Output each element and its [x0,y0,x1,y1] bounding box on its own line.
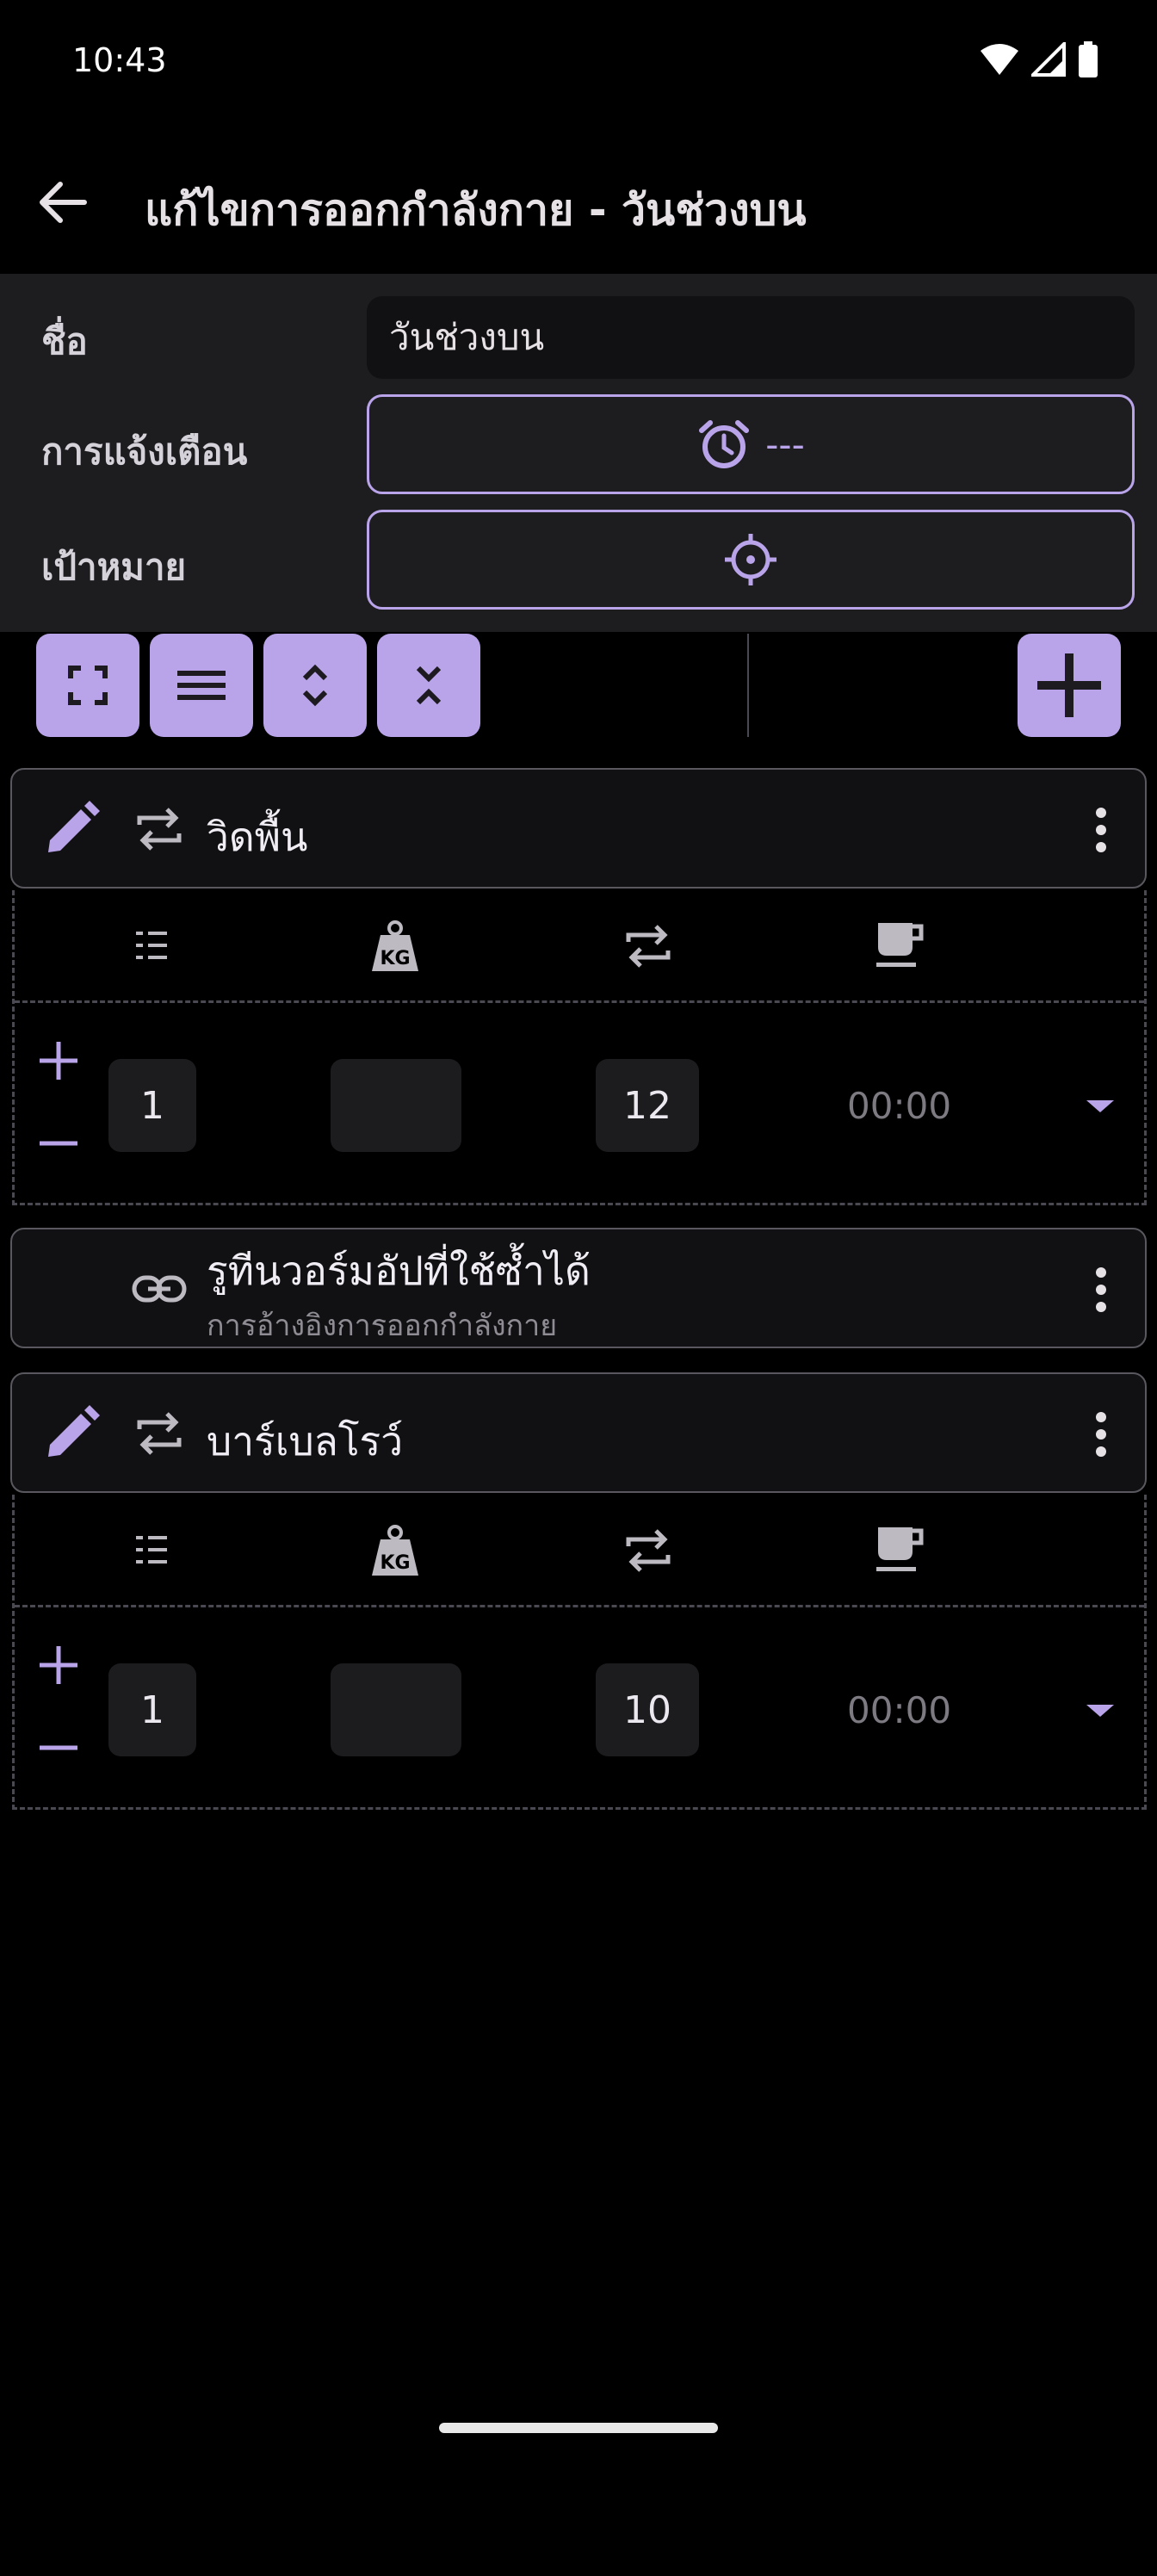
reminder-button[interactable]: --- [367,394,1135,494]
rest-time[interactable]: 00:00 [847,1689,951,1731]
back-button[interactable] [33,172,93,232]
more-vert-icon[interactable] [1088,1409,1114,1460]
dropdown-arrow-icon[interactable] [1085,1099,1116,1114]
name-input[interactable]: วันช่วงบน [367,296,1135,379]
toolbar-divider [747,634,749,737]
svg-text:KG: KG [380,1552,410,1574]
set-number[interactable]: 1 [108,1059,196,1152]
weight-kg-icon: KG [372,1525,418,1576]
weight-input[interactable] [331,1059,461,1152]
target-label: เป้าหมาย [41,546,187,588]
more-vert-icon[interactable] [1088,1264,1114,1316]
header-divider [15,1000,1144,1003]
reminder-value: --- [765,423,805,466]
weight-kg-icon: KG [372,920,418,971]
dropdown-arrow-icon[interactable] [1085,1703,1116,1718]
signal-icon [1031,42,1066,77]
collapse-icon [416,666,442,705]
svg-text:KG: KG [380,948,410,969]
exercise-sets-area [12,1495,1147,1810]
weight-input[interactable] [331,1663,461,1756]
exercise-name: บาร์เบลโรว์ [207,1418,404,1464]
rest-time[interactable]: 00:00 [847,1085,951,1127]
repeat-icon [137,1412,182,1455]
repeat-icon [626,925,671,968]
wifi-icon [981,44,1018,75]
list-icon [136,932,167,959]
expand-icon [302,664,328,707]
reorder-icon [177,671,226,700]
repeat-icon [137,808,182,851]
fullscreen-icon [68,666,108,705]
collapse-all-button[interactable] [377,634,480,737]
alarm-clock-icon [699,420,750,468]
reference-subtitle: การอ้างอิงการออกกำลังกาย [207,1309,558,1343]
edit-pencil-icon[interactable] [41,1403,102,1464]
add-set-icon[interactable] [36,1643,81,1687]
reminder-label: การแจ้งเตือน [41,430,248,473]
coffee-cup-icon [876,923,924,967]
set-number[interactable]: 1 [108,1663,196,1756]
coffee-cup-icon [876,1527,924,1571]
page-title: แก้ไขการออกกำลังกาย - วันช่วงบน [145,185,807,235]
status-icons [980,41,1098,77]
plus-icon [1037,653,1101,717]
status-time: 10:43 [72,41,167,79]
add-set-icon[interactable] [36,1038,81,1083]
more-vert-icon[interactable] [1088,804,1114,856]
header-divider [15,1605,1144,1607]
reps-input[interactable]: 10 [596,1663,699,1756]
reference-title: รูทีนวอร์มอัปที่ใช้ซ้ำได้ [207,1248,591,1294]
back-arrow-icon [40,182,87,223]
fullscreen-button[interactable] [36,634,139,737]
expand-all-button[interactable] [263,634,367,737]
name-label: ชื่อ [41,320,88,362]
add-exercise-button[interactable] [1018,634,1121,737]
gesture-nav-bar[interactable] [439,2423,718,2433]
battery-icon [1079,41,1098,77]
remove-set-icon[interactable] [36,1739,81,1756]
edit-pencil-icon[interactable] [41,799,102,859]
repeat-icon [626,1529,671,1572]
remove-set-icon[interactable] [36,1135,81,1152]
crosshair-icon [725,534,776,585]
name-input-value: วันช่วงบน [389,316,545,358]
list-icon [136,1536,167,1564]
exercise-name: วิดพื้น [207,814,308,860]
target-button[interactable] [367,510,1135,610]
reorder-button[interactable] [150,634,253,737]
link-icon [132,1275,187,1303]
exercise-sets-area [12,890,1147,1205]
reps-input[interactable]: 12 [596,1059,699,1152]
